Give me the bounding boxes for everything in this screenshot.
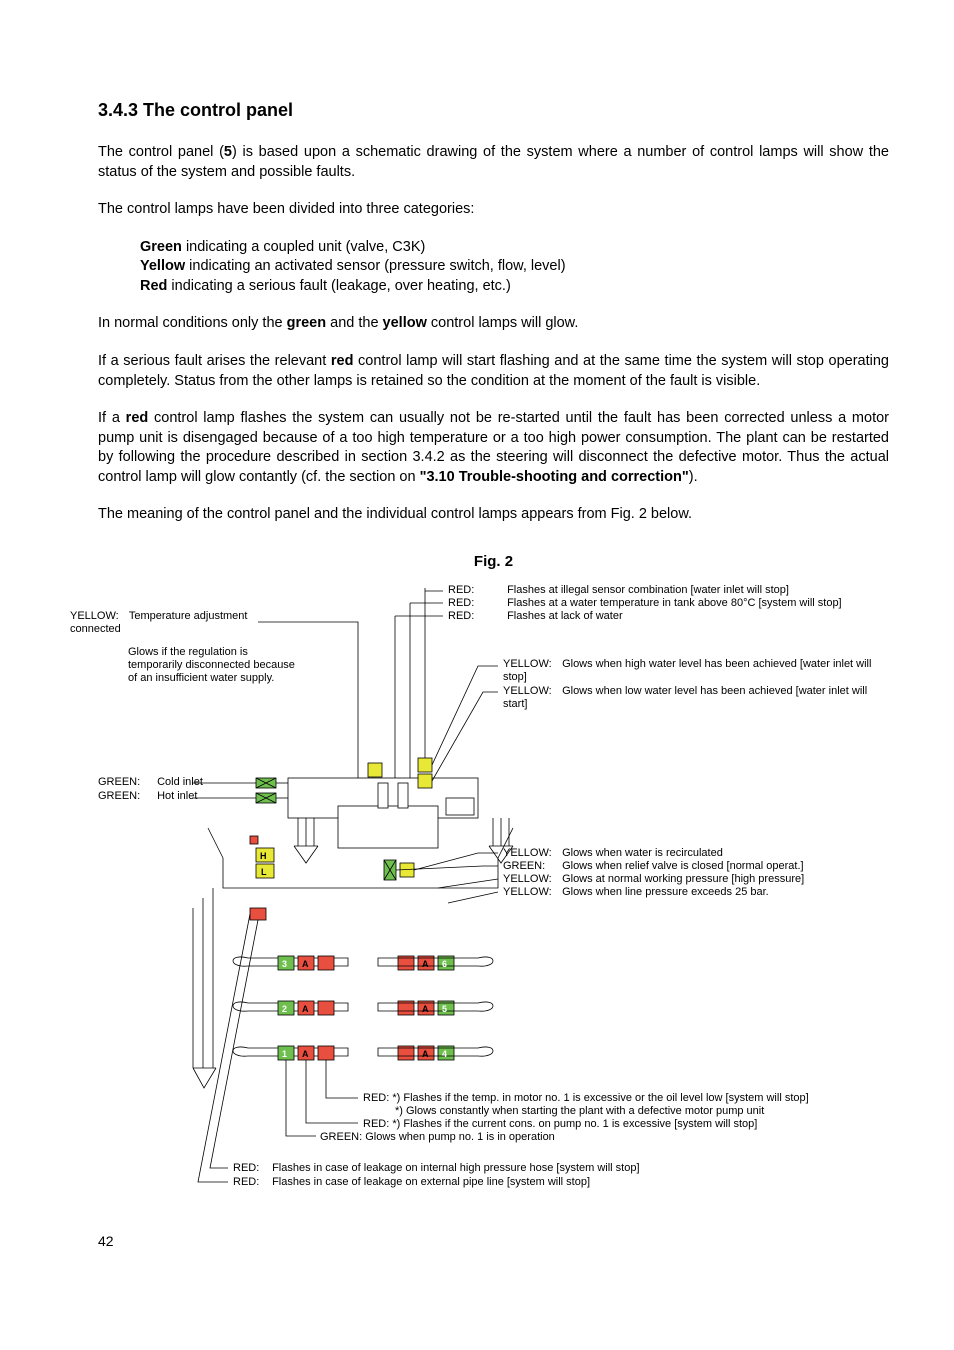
green-tag: GREEN:: [98, 790, 154, 803]
yellow-tag: YELLOW:: [503, 658, 559, 671]
yellow-tag: YELLOW:: [503, 873, 559, 886]
text: and the: [326, 315, 382, 331]
text-bold: 5: [224, 144, 232, 160]
annot-text: Flashes at lack of water: [507, 610, 623, 622]
annot-text: Hot inlet: [157, 790, 197, 802]
text: indicating a serious fault (leakage, ove…: [167, 278, 510, 294]
red-tag: RED:: [233, 1176, 269, 1189]
para-3: In normal conditions only the green and …: [98, 314, 889, 334]
svg-text:H: H: [260, 851, 267, 861]
red-tag: RED:: [363, 1092, 389, 1104]
annot-text: *) Flashes if the current cons. on pump …: [392, 1118, 757, 1130]
text: In normal conditions only the: [98, 315, 287, 331]
red-tag: RED:: [363, 1118, 389, 1130]
annot-text: Glows if the regulation is temporarily d…: [128, 646, 298, 686]
text-bold: yellow: [383, 315, 427, 331]
svg-text:A: A: [302, 1004, 309, 1014]
para-1: The control panel (5) is based upon a sc…: [98, 143, 889, 182]
text: control lamps will glow.: [427, 315, 579, 331]
text: indicating an activated sensor (pressure…: [185, 258, 565, 274]
text: ).: [689, 469, 698, 485]
annot-text: Glows when pump no. 1 is in operation: [365, 1131, 555, 1143]
annot-text: Glows when line pressure exceeds 25 bar.: [562, 886, 769, 898]
red-label: Red: [140, 278, 167, 294]
red-tag: RED:: [448, 584, 504, 597]
text-bold: green: [287, 315, 327, 331]
svg-text:L: L: [261, 867, 267, 877]
yellow-label: Yellow: [140, 258, 185, 274]
svg-text:3: 3: [282, 959, 287, 969]
yellow-tag: YELLOW:: [503, 685, 559, 698]
text: If a: [98, 410, 126, 426]
text: If a serious fault arises the relevant: [98, 353, 331, 369]
text-bold: red: [126, 410, 149, 426]
figure-title: Fig. 2: [98, 553, 889, 570]
control-panel-diagram: H L 3 A A 6: [98, 588, 918, 1203]
para-5: If a red control lamp flashes the system…: [98, 409, 889, 487]
text-bold: red: [331, 353, 354, 369]
svg-text:1: 1: [282, 1049, 287, 1059]
category-list: Green indicating a coupled unit (valve, …: [98, 238, 889, 297]
svg-text:2: 2: [282, 1004, 287, 1014]
annot-text: Cold inlet: [157, 776, 203, 788]
green-tag: GREEN:: [320, 1131, 362, 1143]
section-heading: 3.4.3 The control panel: [98, 100, 889, 121]
svg-text:A: A: [422, 1004, 429, 1014]
svg-text:A: A: [422, 1049, 429, 1059]
text: indicating a coupled unit (valve, C3K): [182, 239, 425, 255]
annot-text: Flashes at illegal sensor combination [w…: [507, 584, 789, 596]
para-4: If a serious fault arises the relevant r…: [98, 352, 889, 391]
svg-text:5: 5: [442, 1004, 447, 1014]
red-tag: RED:: [448, 610, 504, 623]
para-2: The control lamps have been divided into…: [98, 200, 889, 220]
yellow-tag: YELLOW:: [503, 847, 559, 860]
svg-text:A: A: [302, 1049, 309, 1059]
annot-text: Flashes at a water temperature in tank a…: [507, 597, 842, 609]
svg-text:A: A: [302, 959, 309, 969]
red-tag: RED:: [233, 1162, 269, 1175]
annot-text: Glows at normal working pressure [high p…: [562, 873, 804, 885]
annot-text: Flashes in case of leakage on external p…: [272, 1176, 590, 1188]
annot-text: Glows when water is recirculated: [562, 847, 723, 859]
red-tag: RED:: [448, 597, 504, 610]
green-tag: GREEN:: [503, 860, 559, 873]
yellow-tag: YELLOW:: [70, 610, 126, 623]
para-6: The meaning of the control panel and the…: [98, 505, 889, 525]
annot-text: Flashes in case of leakage on internal h…: [272, 1162, 639, 1174]
text: The control panel (: [98, 144, 224, 160]
text-bold: "3.10 Trouble-shooting and correction": [420, 469, 689, 485]
svg-text:4: 4: [442, 1049, 447, 1059]
annot-text: *) Glows constantly when starting the pl…: [395, 1105, 764, 1118]
annot-text: Glows when relief valve is closed [norma…: [562, 860, 804, 872]
annot-text: *) Flashes if the temp. in motor no. 1 i…: [392, 1092, 808, 1104]
green-tag: GREEN:: [98, 776, 154, 789]
svg-text:A: A: [422, 959, 429, 969]
svg-text:6: 6: [442, 959, 447, 969]
yellow-tag: YELLOW:: [503, 886, 559, 899]
page-number: 42: [98, 1233, 889, 1249]
green-label: Green: [140, 239, 182, 255]
